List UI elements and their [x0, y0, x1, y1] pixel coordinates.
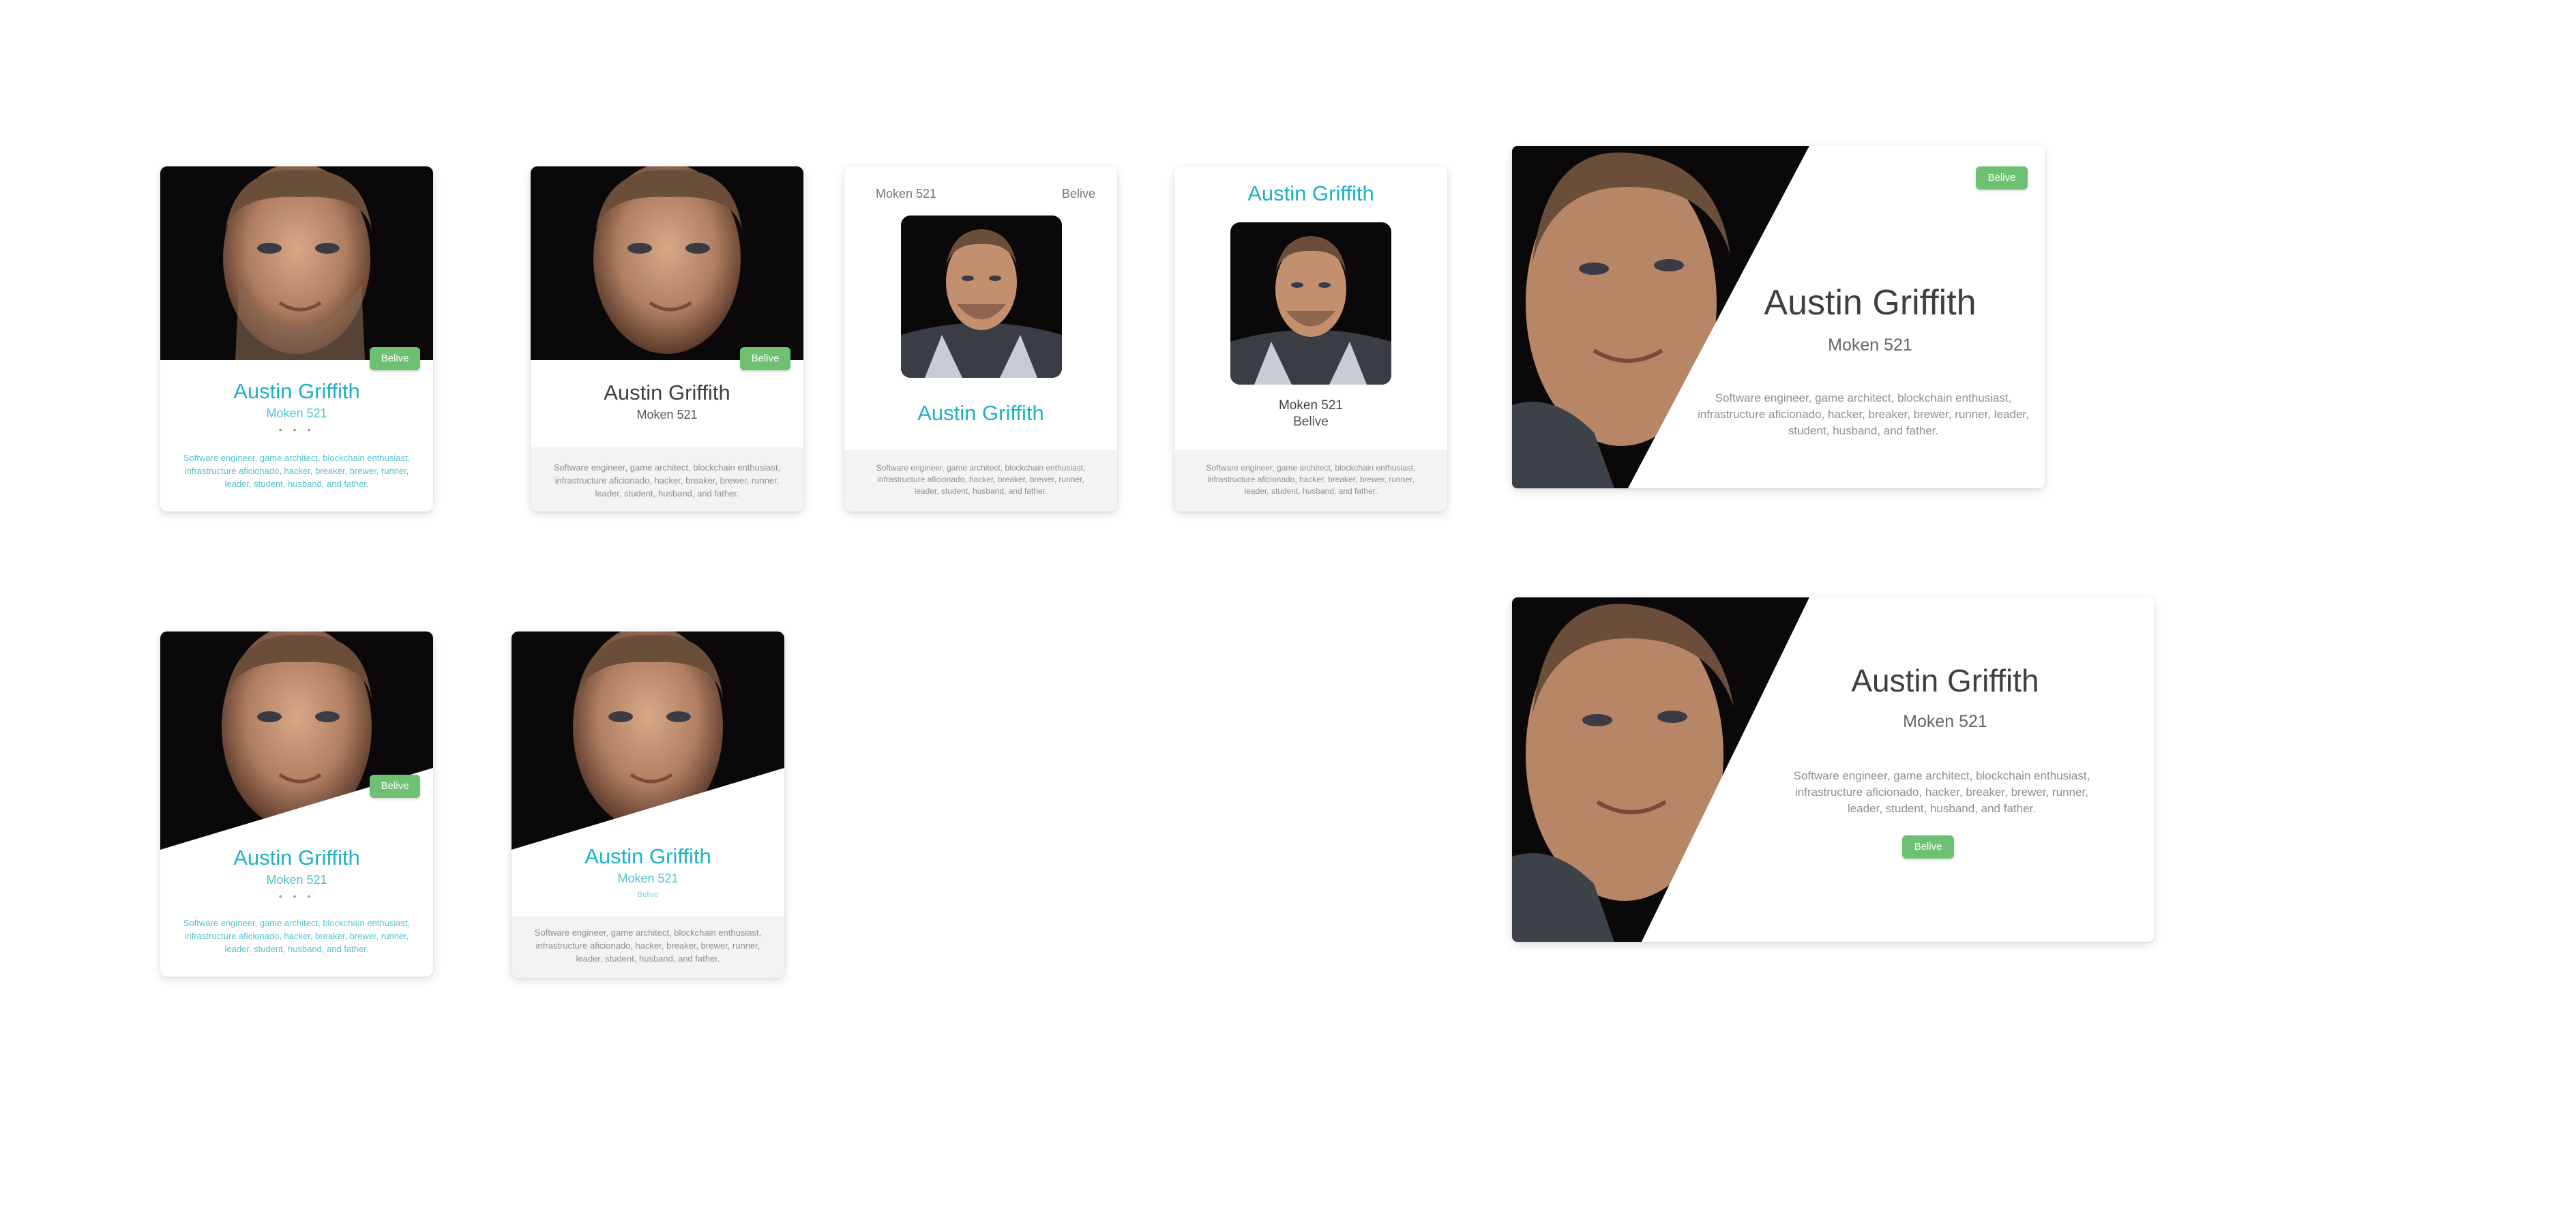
profile-bio: Software engineer, game architect, block…: [876, 463, 1086, 496]
profile-card-7: Austin Griffith Moken 521 Belive Softwar…: [512, 632, 784, 978]
profile-name: Austin Griffith: [1764, 283, 1977, 323]
profile-handle: Moken 521: [1828, 336, 1912, 355]
profile-photo: [160, 166, 433, 360]
belive-button[interactable]: Belive: [1902, 835, 1954, 859]
belive-badge[interactable]: Belive: [370, 347, 420, 370]
profile-handle: Moken 521: [266, 873, 327, 887]
portrait-image: [531, 166, 803, 360]
header-handle: Moken 521: [876, 187, 937, 200]
profile-handle: Moken 521: [636, 408, 698, 421]
profile-bio: Software engineer, game architect, block…: [1793, 769, 2090, 815]
profile-photo: [1230, 222, 1391, 385]
profile-bio: Software engineer, game architect, block…: [553, 462, 781, 499]
profile-name: Austin Griffith: [1247, 181, 1374, 205]
portrait-image: [512, 632, 784, 850]
header-badge-text[interactable]: Belive: [1062, 187, 1095, 201]
portrait-image: [901, 216, 1062, 378]
profile-handle: Moken 521: [1903, 712, 1987, 731]
portrait-image: [160, 632, 433, 850]
profile-card-4: Austin Griffith Moken 521 Belive Softwar…: [1174, 166, 1447, 511]
belive-badge[interactable]: Belive: [1976, 166, 2028, 190]
profile-name: Austin Griffith: [233, 846, 360, 870]
profile-card-6: Belive Austin Griffith Moken 521 • • • S…: [160, 632, 433, 977]
profile-bio: Software engineer, game architect, block…: [1206, 463, 1416, 496]
profile-bio: Software engineer, game architect, block…: [1698, 391, 2029, 437]
portrait-image: [1230, 222, 1391, 385]
profile-handle: Moken 521: [1278, 398, 1343, 413]
profile-bio: Software engineer, game architect, block…: [534, 927, 762, 964]
more-dots[interactable]: • • •: [160, 424, 433, 435]
profile-photo: [531, 166, 803, 360]
profile-name: Austin Griffith: [233, 379, 360, 403]
more-dots[interactable]: • • •: [160, 891, 433, 902]
profile-bio: Software engineer, game architect, block…: [183, 453, 411, 489]
profile-name: Austin Griffith: [917, 401, 1044, 425]
belive-badge[interactable]: Belive: [740, 347, 790, 370]
profile-card-3: Moken 521 Belive Austin Griffith Softwar…: [844, 166, 1117, 511]
profile-name: Austin Griffith: [584, 844, 711, 868]
profile-card-2: Belive Austin Griffith Moken 521 Softwar…: [531, 166, 803, 511]
profile-card-wide-2: Austin Griffith Moken 521 Software engin…: [1512, 597, 2154, 942]
profile-photo: [512, 632, 784, 850]
profile-card-1: Belive Austin Griffith Moken 521 • • • S…: [160, 166, 433, 511]
profile-handle: Moken 521: [617, 872, 679, 885]
profile-photo: [160, 632, 433, 850]
profile-card-wide-1: Belive Austin Griffith Moken 521 Softwar…: [1512, 146, 2045, 488]
belive-badge[interactable]: Belive: [370, 775, 420, 798]
profile-badge-text: Belive: [638, 891, 658, 899]
portrait-image: [160, 166, 433, 360]
profile-badge-text: Belive: [1293, 415, 1329, 429]
profile-name: Austin Griffith: [1851, 663, 2039, 698]
profile-name: Austin Griffith: [604, 381, 730, 404]
profile-bio: Software engineer, game architect, block…: [183, 918, 411, 954]
profile-photo: [901, 216, 1062, 378]
profile-handle: Moken 521: [266, 406, 327, 420]
